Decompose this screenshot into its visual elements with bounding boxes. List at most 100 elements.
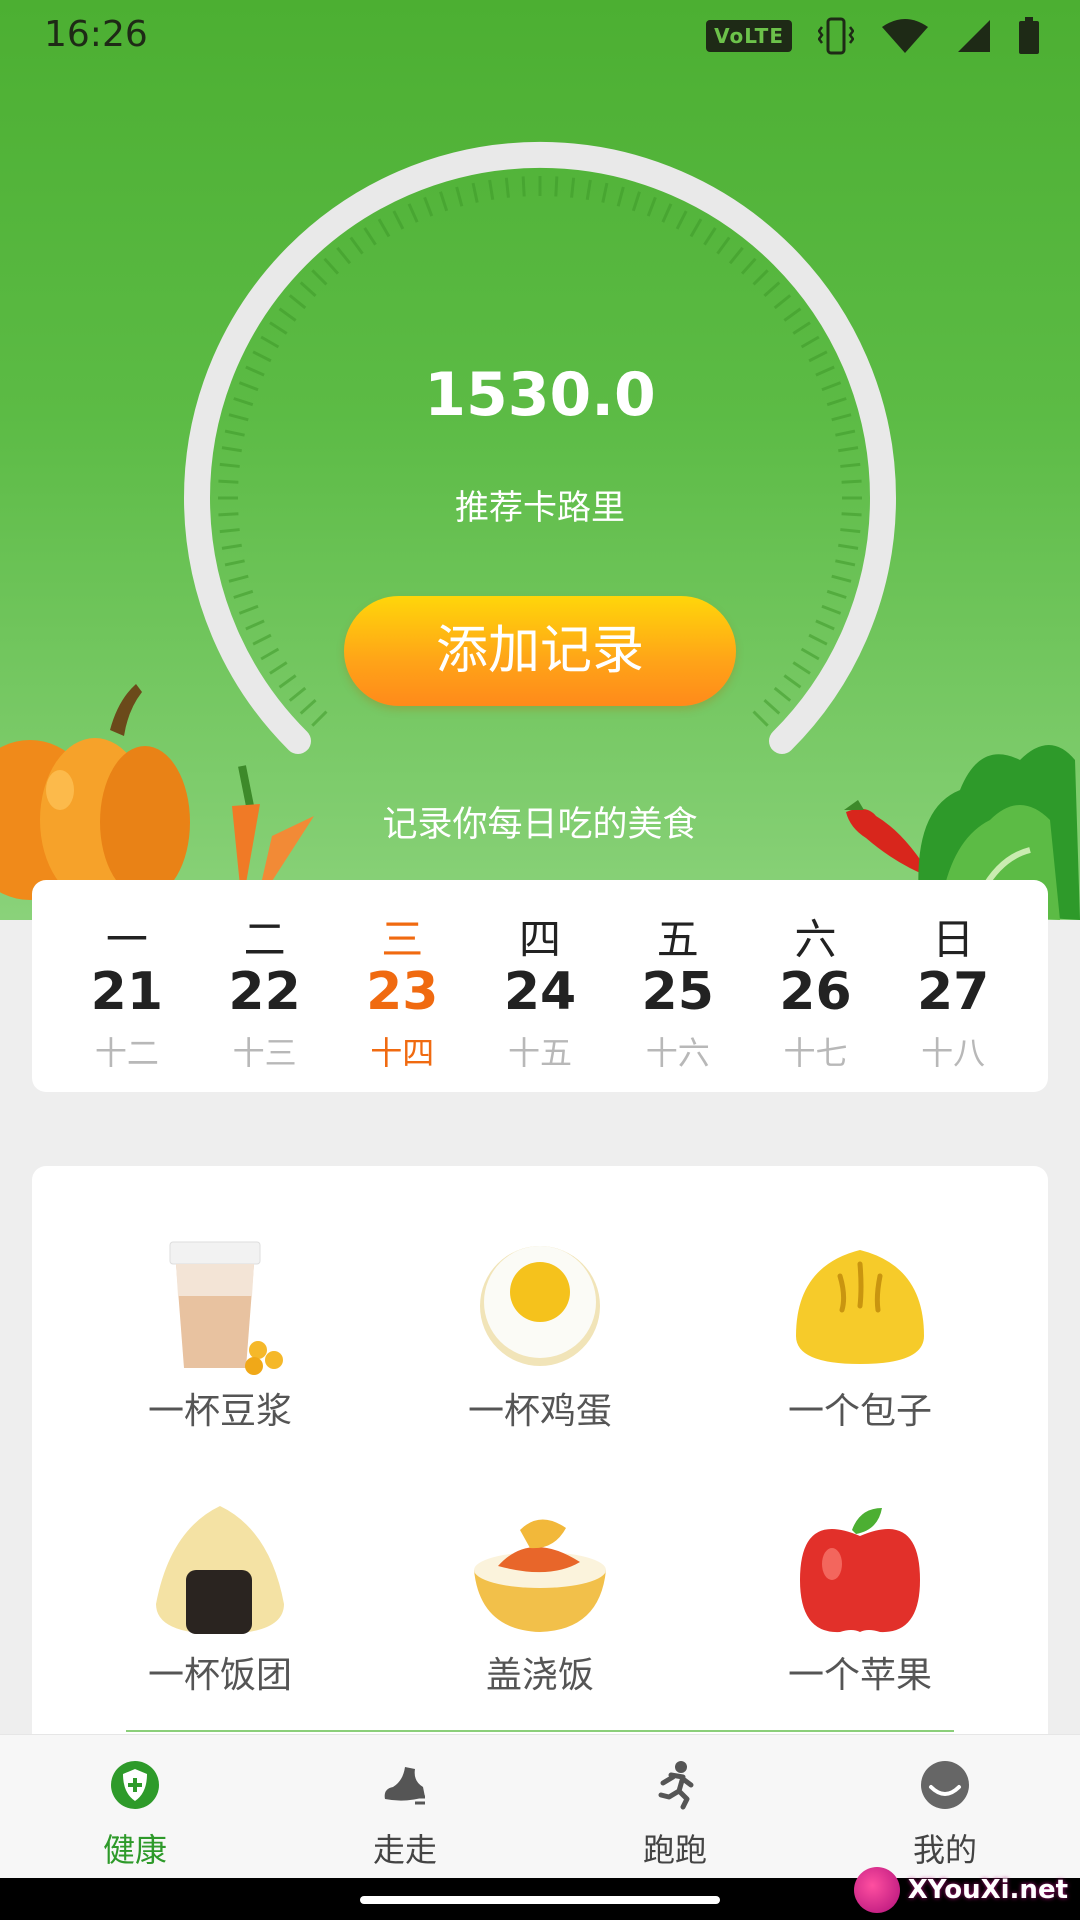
gauge-tick: [311, 710, 328, 727]
health-shield-icon: [111, 1761, 159, 1809]
food-item-apple[interactable]: 一个苹果: [710, 1460, 1010, 1700]
rice-ball-icon: [156, 1506, 284, 1634]
gauge-tick: [221, 543, 242, 550]
gauge-tick: [752, 269, 769, 286]
home-indicator[interactable]: [360, 1896, 720, 1904]
gauge-tick: [585, 179, 592, 200]
tab-walk[interactable]: 走走: [270, 1735, 540, 1878]
gauge-tick: [840, 528, 861, 534]
gauge-tick: [773, 294, 792, 310]
day-weekday: 日: [932, 915, 975, 964]
pumpkin-illustration: [0, 684, 190, 902]
day-weekday: 三: [381, 915, 424, 964]
gauge-tick: [752, 710, 769, 727]
day-item[interactable]: 五 25 十六: [609, 880, 747, 1092]
gauge-tick: [815, 619, 835, 631]
volte-icon: VoLTE: [706, 20, 792, 52]
gauge-tick: [233, 589, 254, 599]
gauge-tick: [363, 227, 377, 246]
watermark: XYouXi.net: [853, 1864, 1068, 1916]
gauge-tick: [288, 294, 307, 310]
day-date: 21: [90, 962, 164, 1022]
status-time: 16:26: [44, 14, 148, 55]
gauge-tick: [783, 307, 802, 322]
gauge-tick: [288, 686, 307, 702]
cell-signal-icon: [958, 20, 990, 52]
food-item-bun[interactable]: 一个包子: [710, 1196, 1010, 1436]
day-item[interactable]: 四 24 十五: [471, 880, 609, 1092]
gauge-tick: [423, 196, 434, 217]
day-date: 23: [366, 962, 439, 1022]
gauge-tick: [521, 176, 526, 197]
gauge-tick: [349, 236, 364, 255]
gauge-tick: [554, 176, 559, 197]
tab-run[interactable]: 跑跑: [540, 1735, 810, 1878]
gauge-tick: [783, 674, 802, 689]
gauge-tick: [228, 413, 249, 422]
day-date: 24: [503, 962, 577, 1022]
gauge-tick: [245, 365, 265, 377]
food-label: 一杯豆浆: [147, 1391, 292, 1432]
day-lunar: 十五: [508, 1034, 573, 1072]
day-item[interactable]: 六 26 十七: [747, 880, 885, 1092]
gauge-tick: [252, 633, 272, 646]
food-label: 一杯鸡蛋: [467, 1391, 612, 1432]
gauge-tick: [689, 218, 703, 238]
food-item-soy-milk[interactable]: 一杯豆浆: [70, 1196, 370, 1436]
food-label: 盖浇饭: [485, 1655, 594, 1696]
watermark-logo-icon: [853, 1867, 900, 1913]
day-item[interactable]: 二 22 十三: [196, 880, 334, 1092]
gauge-tick: [826, 397, 847, 407]
quick-food-grid: 一杯豆浆 一杯鸡蛋 一个包子 一杯饭团 盖浇饭 一个苹果: [32, 1166, 1048, 1756]
gauge-tick: [616, 186, 625, 207]
gauge-tick: [835, 559, 856, 567]
gauge-tick: [703, 227, 717, 246]
food-item-rice-ball[interactable]: 一杯饭团: [70, 1460, 370, 1700]
gauge-tick: [838, 446, 859, 453]
gauge-tick: [252, 350, 272, 363]
day-item-selected[interactable]: 三 23 十四: [333, 880, 471, 1092]
day-item[interactable]: 日 27 十八: [884, 880, 1022, 1092]
day-lunar: 十三: [232, 1034, 297, 1072]
gauge-tick: [278, 307, 297, 322]
gauge-tick: [218, 512, 239, 517]
gauge-tick: [716, 236, 731, 255]
day-date: 27: [916, 962, 990, 1022]
day-lunar: 十六: [645, 1034, 710, 1072]
gauge-tick: [488, 179, 495, 200]
divider: [126, 1730, 954, 1732]
gauge-tick: [838, 543, 859, 550]
gauge-tick: [763, 698, 781, 715]
day-date: 26: [779, 962, 852, 1022]
gauge-tick: [219, 462, 240, 468]
day-lunar: 十七: [783, 1034, 848, 1072]
gauge-tick: [392, 210, 405, 230]
add-record-button[interactable]: 添加记录: [344, 596, 736, 706]
gauge-tick: [631, 191, 641, 212]
day-lunar: 十四: [370, 1034, 435, 1072]
gauge-tick: [821, 381, 842, 392]
tab-profile[interactable]: 我的: [810, 1735, 1080, 1878]
gauge-tick: [238, 381, 259, 392]
gauge-tick: [224, 559, 245, 567]
gauge-tick: [646, 196, 657, 217]
bun-icon: [796, 1250, 924, 1364]
wifi-icon: [882, 19, 928, 53]
day-item[interactable]: 一 21 十二: [58, 880, 196, 1092]
gauge-tick: [831, 413, 852, 422]
status-bar: 16:26 VoLTE: [0, 0, 1080, 70]
food-item-egg[interactable]: 一杯鸡蛋: [390, 1196, 690, 1436]
tab-health[interactable]: 健康: [0, 1735, 270, 1878]
gauge-tick: [661, 203, 673, 223]
gauge-tick: [601, 182, 609, 203]
vibrate-icon: [818, 17, 854, 55]
day-weekday: 五: [656, 915, 699, 964]
gauge-tick: [840, 462, 861, 468]
gauge-tick: [269, 661, 288, 675]
profile-smile-icon: [921, 1761, 969, 1809]
bottom-nav: 健康 走走 跑跑 我的: [0, 1734, 1080, 1878]
gauge-tick: [570, 177, 576, 198]
gauge-tick: [815, 365, 835, 377]
food-item-rice-bowl[interactable]: 盖浇饭: [390, 1460, 690, 1700]
gauge-tick: [831, 574, 852, 583]
